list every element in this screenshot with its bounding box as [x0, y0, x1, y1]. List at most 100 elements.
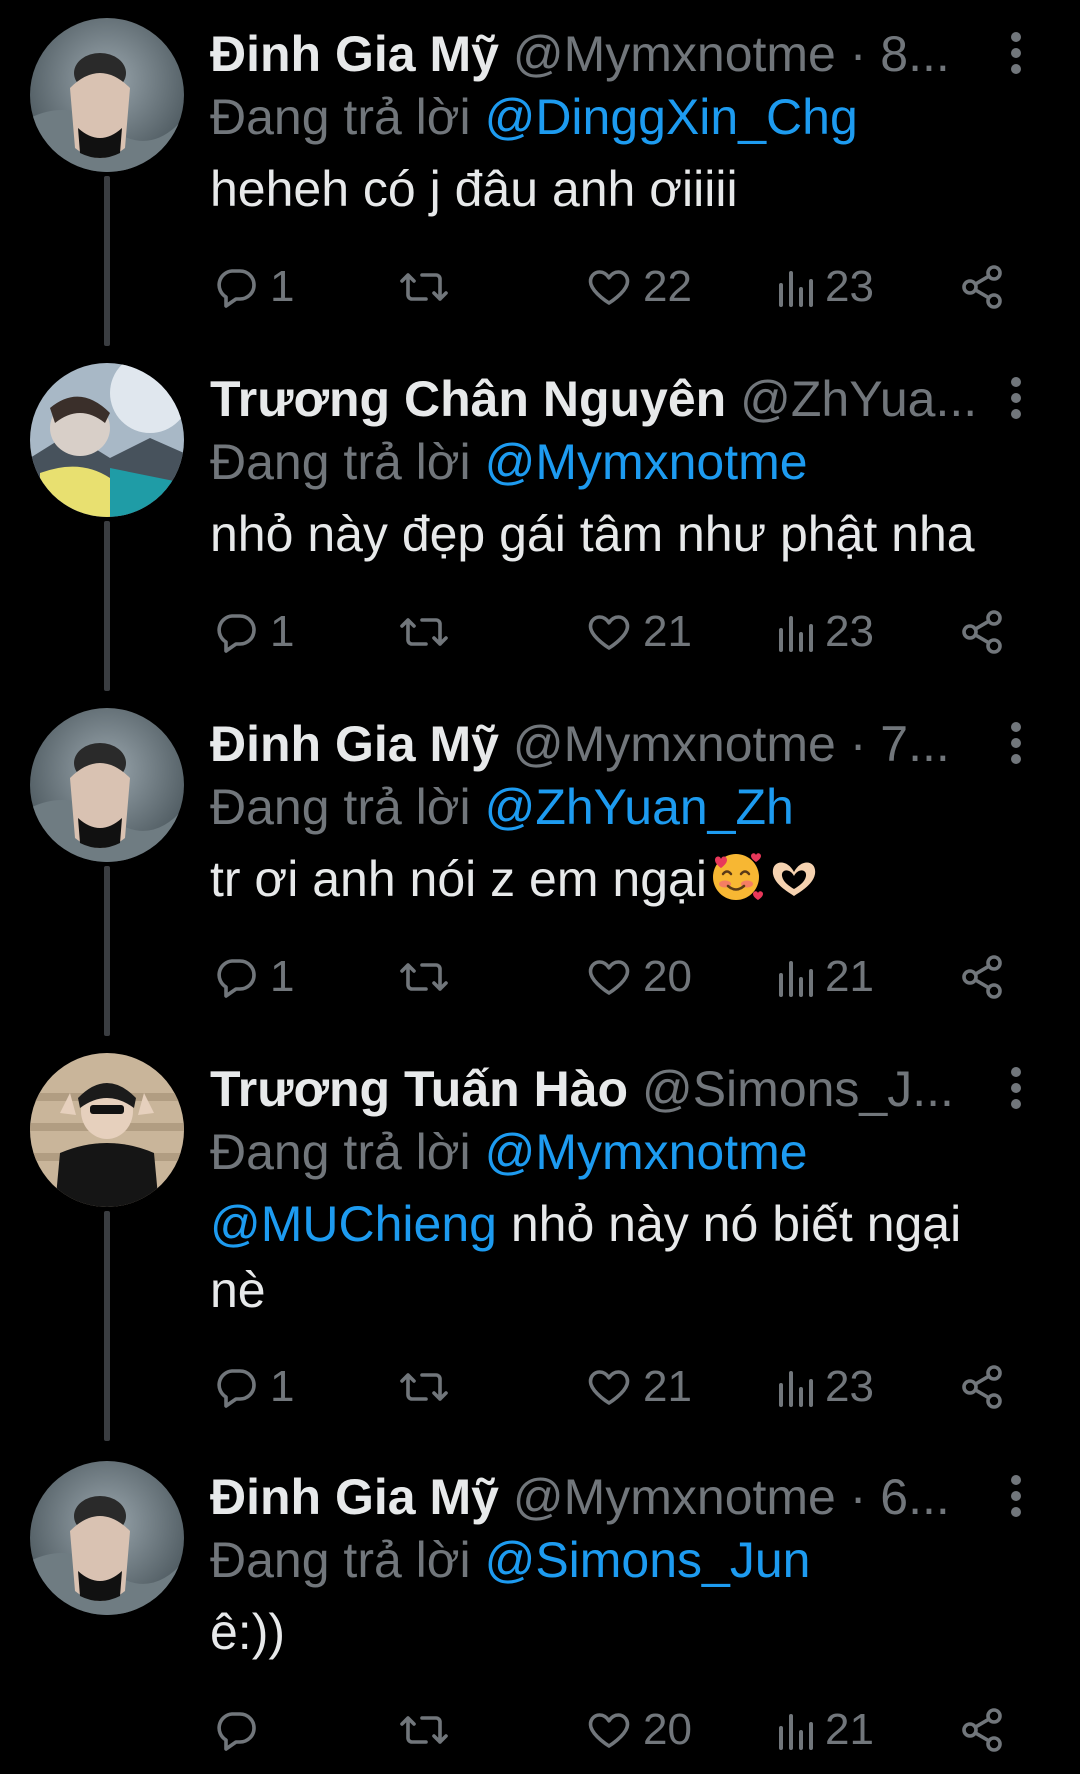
reply-icon	[217, 269, 256, 308]
like-count: 20	[643, 1705, 692, 1754]
display-name[interactable]: Trương Tuấn Hào	[210, 1061, 628, 1117]
replying-to-label: Đang trả lời	[210, 1532, 485, 1588]
avatar[interactable]	[30, 363, 184, 517]
share-button[interactable]	[958, 1700, 1006, 1760]
reply-button[interactable]: 1	[212, 257, 294, 317]
reply-to-mention[interactable]: @Simons_Jun	[485, 1532, 811, 1588]
more-options-button[interactable]	[996, 1471, 1036, 1521]
more-options-button[interactable]	[996, 1063, 1036, 1113]
reply-count: 1	[270, 1362, 295, 1411]
avatar[interactable]	[30, 18, 184, 172]
tweet-1[interactable]: Đinh Gia Mỹ @Mymxnotme · 8... Đang trả l…	[0, 0, 1080, 346]
handle-and-time[interactable]: @Mymxnotme · 6...	[513, 1469, 950, 1525]
display-name[interactable]: Đinh Gia Mỹ	[210, 1469, 499, 1525]
views-button[interactable]: 23	[775, 1357, 874, 1417]
like-button[interactable]: 21	[585, 602, 692, 662]
handle-and-time[interactable]: @Simons_J...	[642, 1061, 954, 1117]
avatar[interactable]	[30, 708, 184, 862]
views-icon	[779, 1371, 813, 1407]
body-mention[interactable]: @MUChieng	[210, 1196, 497, 1252]
replying-to-label: Đang trả lời	[210, 1124, 485, 1180]
handle-and-time[interactable]: @Mymxnotme · 7...	[513, 716, 950, 772]
tweet-text: heheh có j đâu anh ơiiiii	[210, 156, 1050, 222]
tweet-5[interactable]: Đinh Gia Mỹ @Mymxnotme · 6... Đang trả l…	[0, 1443, 1080, 1774]
tweet-header: Đinh Gia Mỹ @Mymxnotme · 6...	[210, 1465, 990, 1529]
reply-to-mention[interactable]: @Mymxnotme	[485, 434, 808, 490]
reply-count: 1	[270, 262, 295, 311]
display-name[interactable]: Đinh Gia Mỹ	[210, 26, 499, 82]
reply-button[interactable]: 1	[212, 602, 294, 662]
reply-button[interactable]: 1	[212, 1357, 294, 1417]
retweet-button[interactable]	[398, 1357, 450, 1417]
display-name[interactable]: Trương Chân Nguyên	[210, 371, 726, 427]
retweet-button[interactable]	[398, 947, 450, 1007]
reply-button[interactable]: 1	[212, 947, 294, 1007]
share-button[interactable]	[958, 1357, 1006, 1417]
heart-hands-emoji	[765, 846, 823, 920]
heart-icon	[588, 1370, 630, 1405]
action-bar: 20 21	[0, 1700, 1080, 1760]
share-button[interactable]	[958, 257, 1006, 317]
share-icon	[962, 610, 1002, 654]
views-icon	[779, 271, 813, 307]
action-bar: 1 21 23	[0, 1357, 1080, 1417]
retweet-button[interactable]	[398, 1700, 450, 1760]
tweet-2[interactable]: Trương Chân Nguyên @ZhYua... Đang trả lờ…	[0, 345, 1080, 691]
share-button[interactable]	[958, 947, 1006, 1007]
more-vertical-icon	[1011, 377, 1021, 419]
display-name[interactable]: Đinh Gia Mỹ	[210, 716, 499, 772]
reply-to-mention[interactable]: @DinggXin_Chg	[485, 89, 858, 145]
views-icon	[779, 961, 813, 997]
retweet-button[interactable]	[398, 602, 450, 662]
retweet-button[interactable]	[398, 257, 450, 317]
more-options-button[interactable]	[996, 28, 1036, 78]
tweet-3[interactable]: Đinh Gia Mỹ @Mymxnotme · 7... Đang trả l…	[0, 690, 1080, 1036]
more-vertical-icon	[1011, 1475, 1021, 1517]
reply-count: 1	[270, 607, 295, 656]
heart-icon	[588, 615, 630, 650]
views-button[interactable]: 21	[775, 1700, 874, 1760]
reply-icon	[217, 614, 256, 653]
view-count: 23	[825, 1362, 874, 1411]
retweet-icon	[400, 618, 448, 646]
replying-to: Đang trả lời @Mymxnotme	[210, 1121, 1040, 1183]
like-button[interactable]: 22	[585, 257, 692, 317]
handle-and-time[interactable]: @ZhYua...	[740, 371, 977, 427]
like-button[interactable]: 21	[585, 1357, 692, 1417]
reply-to-mention[interactable]: @Mymxnotme	[485, 1124, 808, 1180]
action-bar: 1 22 23	[0, 257, 1080, 317]
more-options-button[interactable]	[996, 373, 1036, 423]
heart-icon	[588, 960, 630, 995]
view-count: 23	[825, 607, 874, 656]
action-bar: 1 21 23	[0, 602, 1080, 662]
tweet-body: tr ơi anh nói z em ngại	[210, 851, 707, 907]
heart-icon	[588, 270, 630, 305]
reply-to-mention[interactable]: @ZhYuan_Zh	[485, 779, 794, 835]
handle-and-time[interactable]: @Mymxnotme · 8...	[513, 26, 950, 82]
replying-to: Đang trả lời @Mymxnotme	[210, 431, 1040, 493]
like-button[interactable]: 20	[585, 947, 692, 1007]
share-icon	[962, 1365, 1002, 1409]
tweet-body: ê:))	[210, 1604, 285, 1660]
share-button[interactable]	[958, 602, 1006, 662]
tweet-text: @MUChieng nhỏ này nó biết ngại nè	[210, 1191, 1010, 1323]
reply-button[interactable]	[212, 1700, 270, 1760]
reply-count: 1	[270, 952, 295, 1001]
more-options-button[interactable]	[996, 718, 1036, 768]
views-button[interactable]: 21	[775, 947, 874, 1007]
tweet-4[interactable]: Trương Tuấn Hào @Simons_J... Đang trả lờ…	[0, 1035, 1080, 1441]
tweet-header: Đinh Gia Mỹ @Mymxnotme · 8...	[210, 22, 990, 86]
views-button[interactable]: 23	[775, 257, 874, 317]
reply-thread: Đinh Gia Mỹ @Mymxnotme · 8... Đang trả l…	[0, 0, 1080, 1774]
action-bar: 1 20 21	[0, 947, 1080, 1007]
views-button[interactable]: 23	[775, 602, 874, 662]
avatar[interactable]	[30, 1461, 184, 1615]
reply-icon	[217, 1369, 256, 1408]
tweet-header: Trương Tuấn Hào @Simons_J...	[210, 1057, 990, 1121]
heart-icon	[588, 1713, 630, 1748]
avatar[interactable]	[30, 1053, 184, 1207]
view-count: 21	[825, 952, 874, 1001]
like-count: 21	[643, 607, 692, 656]
smiling-face-with-hearts-emoji	[707, 846, 765, 920]
like-button[interactable]: 20	[585, 1700, 692, 1760]
